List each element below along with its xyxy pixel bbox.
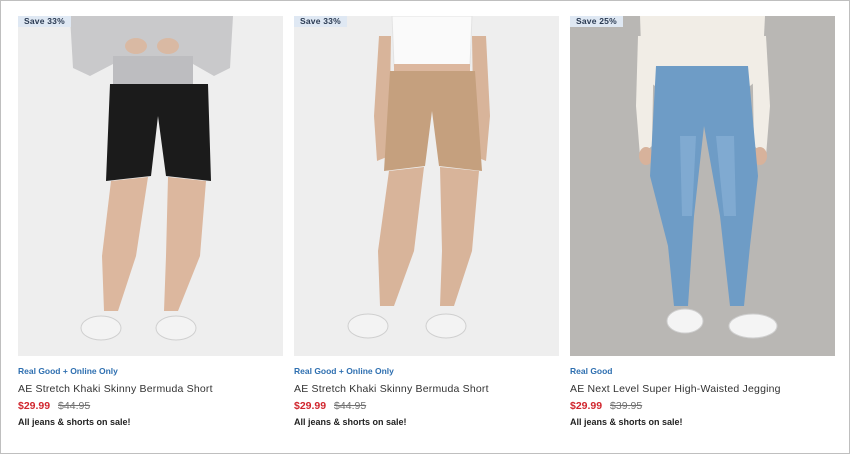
product-name[interactable]: AE Stretch Khaki Skinny Bermuda Short <box>18 382 283 396</box>
product-image[interactable]: Save 33% <box>18 16 283 356</box>
product-grid-frame: Save 33% Real Good + Online Only AE Stre… <box>0 0 850 454</box>
product-tag: Real Good <box>570 366 613 376</box>
original-price: $39.95 <box>610 400 643 412</box>
promo-text: All jeans & shorts on sale! <box>570 417 683 427</box>
promo-text: All jeans & shorts on sale! <box>18 417 131 427</box>
product-photo-black-shorts <box>70 16 233 341</box>
product-name[interactable]: AE Stretch Khaki Skinny Bermuda Short <box>294 382 559 396</box>
product-card[interactable]: Save 33% Real Good + Online Only AE Stre… <box>294 16 559 429</box>
price-row: $29.99 $44.95 <box>18 399 283 413</box>
product-card[interactable]: Save 33% Real Good + Online Only AE Stre… <box>18 16 283 429</box>
sale-price: $29.99 <box>570 400 603 412</box>
discount-badge: Save 33% <box>18 16 71 27</box>
product-photo-blue-jeggings <box>636 16 778 339</box>
product-card[interactable]: Save 25% Real Good AE Next Level Super H… <box>570 16 835 429</box>
product-image[interactable]: Save 25% <box>570 16 835 356</box>
sale-price: $29.99 <box>294 400 327 412</box>
product-photo-khaki-shorts <box>347 16 490 339</box>
product-image[interactable]: Save 33% <box>294 16 559 356</box>
discount-badge: Save 25% <box>570 16 623 27</box>
original-price: $44.95 <box>334 400 367 412</box>
price-row: $29.99 $39.95 <box>570 399 835 413</box>
sale-price: $29.99 <box>18 400 51 412</box>
product-name[interactable]: AE Next Level Super High-Waisted Jegging <box>570 382 835 396</box>
product-tag: Real Good + Online Only <box>294 366 394 376</box>
discount-badge: Save 33% <box>294 16 347 27</box>
price-row: $29.99 $44.95 <box>294 399 559 413</box>
product-tag: Real Good + Online Only <box>18 366 118 376</box>
promo-text: All jeans & shorts on sale! <box>294 417 407 427</box>
original-price: $44.95 <box>58 400 91 412</box>
